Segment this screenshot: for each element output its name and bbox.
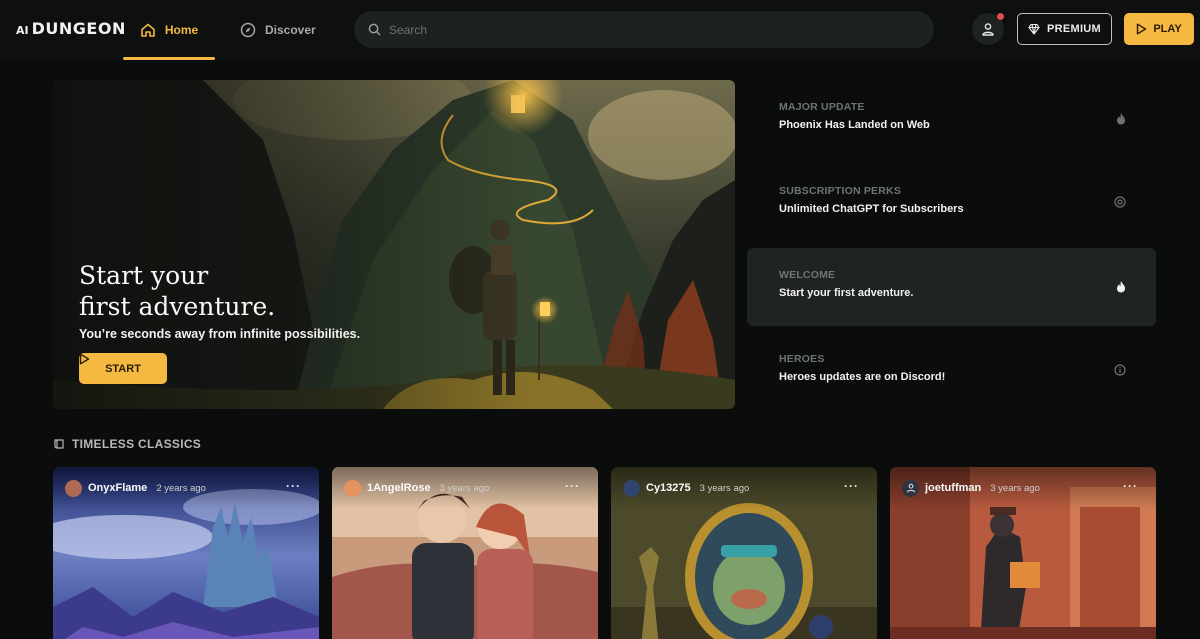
news-title: Phoenix Has Landed on Web bbox=[779, 119, 930, 131]
info-icon bbox=[1114, 364, 1126, 376]
section-title: TIMELESS CLASSICS bbox=[72, 437, 202, 451]
avatar[interactable] bbox=[65, 479, 82, 497]
play-icon bbox=[1137, 23, 1147, 35]
profile-button[interactable] bbox=[972, 13, 1004, 45]
card-header: joetuffman 3 years ago bbox=[890, 467, 1156, 509]
nav-home-underline bbox=[123, 57, 215, 60]
premium-button[interactable]: PREMIUM bbox=[1017, 13, 1112, 45]
avatar[interactable] bbox=[344, 479, 361, 497]
top-bar: AI DUNGEON Home Discover PREMIUM PLAY bbox=[0, 0, 1200, 60]
section-header: TIMELESS CLASSICS bbox=[53, 437, 201, 451]
start-label: START bbox=[105, 362, 141, 375]
news-item-welcome[interactable]: WELCOME Start your first adventure. bbox=[747, 248, 1156, 326]
scroll-icon bbox=[54, 439, 64, 449]
home-icon bbox=[141, 23, 155, 37]
nav-home-label: Home bbox=[164, 23, 199, 37]
compass-icon bbox=[240, 22, 256, 38]
card-header: OnyxFlame 2 years ago bbox=[53, 467, 319, 509]
adventure-card[interactable]: Cy13275 3 years ago ··· bbox=[611, 467, 877, 639]
news-title: Start your first adventure. bbox=[779, 287, 914, 299]
hero-title-line2: first adventure. bbox=[79, 292, 276, 321]
notification-dot bbox=[997, 13, 1004, 20]
logo-ai: AI bbox=[16, 24, 29, 37]
card-username[interactable]: OnyxFlame bbox=[88, 482, 147, 494]
news-category: WELCOME bbox=[779, 269, 836, 281]
nav-home[interactable]: Home bbox=[123, 0, 215, 60]
play-label: PLAY bbox=[1153, 23, 1182, 35]
adventure-card[interactable]: 1AngelRose 3 years ago ··· bbox=[332, 467, 598, 639]
hero-banner[interactable]: Start your first adventure. You’re secon… bbox=[53, 80, 735, 409]
user-icon bbox=[906, 483, 915, 493]
play-icon bbox=[79, 353, 90, 365]
card-username[interactable]: 1AngelRose bbox=[367, 482, 431, 494]
more-options-icon[interactable]: ··· bbox=[1123, 479, 1138, 493]
search-bar[interactable] bbox=[354, 11, 934, 48]
user-icon bbox=[982, 23, 994, 36]
avatar[interactable] bbox=[902, 479, 919, 497]
nav-discover-label: Discover bbox=[265, 23, 316, 37]
hero-subtitle: You’re seconds away from infinite possib… bbox=[79, 327, 361, 341]
flame-icon bbox=[1117, 281, 1125, 293]
card-time: 2 years ago bbox=[156, 482, 206, 494]
nav-discover[interactable]: Discover bbox=[240, 0, 316, 60]
avatar[interactable] bbox=[623, 479, 640, 497]
adventure-card[interactable]: joetuffman 3 years ago ··· bbox=[890, 467, 1156, 639]
more-options-icon[interactable]: ··· bbox=[565, 479, 580, 493]
card-header: Cy13275 3 years ago bbox=[611, 467, 877, 509]
news-category: SUBSCRIPTION PERKS bbox=[779, 185, 902, 197]
start-button[interactable]: START bbox=[79, 353, 167, 384]
card-time: 3 years ago bbox=[990, 482, 1040, 494]
logo-name: DUNGEON bbox=[31, 19, 126, 38]
card-header: 1AngelRose 3 years ago bbox=[332, 467, 598, 509]
more-options-icon[interactable]: ··· bbox=[844, 479, 859, 493]
card-time: 3 years ago bbox=[439, 482, 490, 494]
news-title: Heroes updates are on Discord! bbox=[779, 371, 946, 383]
news-item-heroes[interactable]: HEROES Heroes updates are on Discord! bbox=[747, 332, 1156, 410]
premium-label: PREMIUM bbox=[1046, 23, 1102, 35]
diamond-icon bbox=[1028, 23, 1040, 35]
hero-title-line1: Start your bbox=[79, 261, 209, 290]
play-button[interactable]: PLAY bbox=[1124, 13, 1194, 45]
more-options-icon[interactable]: ··· bbox=[286, 479, 301, 493]
badge-icon bbox=[1114, 196, 1126, 208]
search-icon bbox=[368, 23, 381, 36]
card-username[interactable]: joetuffman bbox=[925, 482, 981, 494]
news-title: Unlimited ChatGPT for Subscribers bbox=[779, 203, 964, 215]
hero-title: Start your first adventure. bbox=[79, 260, 379, 322]
search-input[interactable] bbox=[389, 22, 889, 37]
news-category: HEROES bbox=[779, 353, 825, 365]
adventure-card[interactable]: OnyxFlame 2 years ago ··· bbox=[53, 467, 319, 639]
card-time: 3 years ago bbox=[699, 482, 750, 494]
flame-icon bbox=[1117, 113, 1125, 125]
logo[interactable]: AI DUNGEON bbox=[16, 19, 126, 38]
news-item-subscription-perks[interactable]: SUBSCRIPTION PERKS Unlimited ChatGPT for… bbox=[747, 164, 1156, 242]
card-username[interactable]: Cy13275 bbox=[646, 482, 691, 494]
news-item-major-update[interactable]: MAJOR UPDATE Phoenix Has Landed on Web bbox=[747, 80, 1156, 158]
news-category: MAJOR UPDATE bbox=[779, 101, 865, 113]
